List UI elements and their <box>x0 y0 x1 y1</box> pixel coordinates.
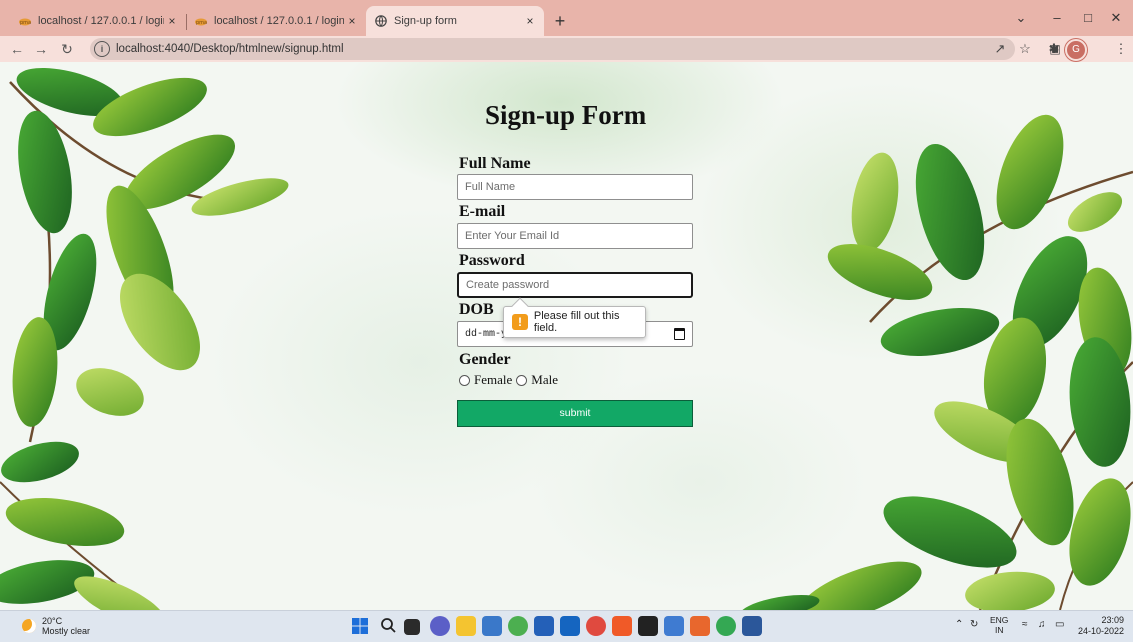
file-explorer-icon[interactable] <box>456 616 476 636</box>
battery-icon[interactable]: ▭ <box>1055 619 1064 630</box>
tab-logindata-2[interactable]: pma localhost / 127.0.0.1 / logindata / … <box>186 6 366 36</box>
language-indicator[interactable]: ENG IN <box>990 615 1008 635</box>
validation-tooltip: ! Please fill out this field. <box>503 306 646 338</box>
weather-desc: Mostly clear <box>42 626 91 636</box>
menu-kebab-icon[interactable]: ⋮ <box>1111 39 1131 59</box>
forward-arrow-icon[interactable]: → <box>30 38 52 60</box>
email-label: E-mail <box>459 203 506 220</box>
close-tab-icon[interactable]: × <box>344 14 360 28</box>
warning-icon: ! <box>512 314 528 330</box>
gender-female-radio[interactable] <box>459 374 470 386</box>
full-name-label: Full Name <box>459 155 531 172</box>
tab-logindata-1[interactable]: pma localhost / 127.0.0.1 / logindata / … <box>10 6 186 36</box>
store-icon[interactable] <box>534 616 554 636</box>
dob-label: DOB <box>459 301 494 318</box>
tab-title: localhost / 127.0.0.1 / logindata / <box>38 15 164 27</box>
password-label: Password <box>459 252 525 269</box>
chrome-icon[interactable] <box>508 616 528 636</box>
sublime-text-icon[interactable] <box>612 616 632 636</box>
terminal-icon[interactable] <box>638 616 658 636</box>
system-clock[interactable]: 23:09 24-10-2022 <box>1078 615 1124 637</box>
browser-tab-strip: pma localhost / 127.0.0.1 / logindata / … <box>0 0 1133 36</box>
volume-icon[interactable]: ♫ <box>1038 619 1046 630</box>
gender-female-label: Female <box>474 372 513 387</box>
close-tab-icon[interactable]: × <box>522 14 538 28</box>
mail-icon[interactable] <box>560 616 580 636</box>
clock-date: 24-10-2022 <box>1078 626 1125 636</box>
close-window-button[interactable]: ✕ <box>1099 6 1133 30</box>
phpmyadmin-icon: pma <box>18 14 32 28</box>
browser-toolbar: ← → ↻ i localhost:4040/Desktop/htmlnew/s… <box>0 36 1133 62</box>
tab-title: localhost / 127.0.0.1 / logindata / <box>214 15 344 27</box>
minimize-button[interactable]: – <box>1040 6 1074 30</box>
tab-search-icon[interactable]: ⌄ <box>1004 6 1038 30</box>
phpmyadmin-icon: pma <box>194 14 208 28</box>
wifi-icon[interactable]: ≈ <box>1022 619 1028 630</box>
tray-chevron-icon[interactable]: ⌃ <box>955 619 963 630</box>
lang-top: ENG <box>990 615 1009 625</box>
chat-icon[interactable] <box>430 616 450 636</box>
svg-text:pma: pma <box>196 20 207 26</box>
reload-icon[interactable]: ↻ <box>56 38 78 60</box>
full-name-input[interactable]: Full Name <box>457 174 693 200</box>
submit-button[interactable]: submit <box>457 400 693 427</box>
word-icon[interactable] <box>742 616 762 636</box>
email-placeholder: Enter Your Email Id <box>465 230 560 242</box>
close-tab-icon[interactable]: × <box>164 14 180 28</box>
url-text: localhost:4040/Desktop/htmlnew/signup.ht… <box>116 43 344 55</box>
password-placeholder: Create password <box>466 279 550 291</box>
gender-radio-group: Female Male <box>459 372 558 388</box>
site-info-icon[interactable]: i <box>94 41 110 57</box>
tab-signup-form[interactable]: Sign-up form × <box>366 6 544 36</box>
gender-male-radio[interactable] <box>516 374 528 386</box>
svg-text:pma: pma <box>20 20 31 26</box>
calendar-icon[interactable] <box>674 328 685 340</box>
email-input[interactable]: Enter Your Email Id <box>457 223 693 249</box>
weather-moon-icon <box>22 619 36 633</box>
globe-icon <box>374 14 388 28</box>
sidepanel-icon[interactable]: ▣ <box>1045 39 1065 59</box>
task-view-icon[interactable] <box>404 619 420 635</box>
weather-widget[interactable]: 20°C Mostly clear <box>22 616 90 636</box>
windows-start-icon[interactable] <box>350 616 370 636</box>
address-bar[interactable]: i localhost:4040/Desktop/htmlnew/signup.… <box>90 38 1015 60</box>
profile-avatar[interactable]: G <box>1065 39 1087 61</box>
lang-bottom: IN <box>994 625 1004 635</box>
tab-title: Sign-up form <box>394 15 457 27</box>
back-arrow-icon[interactable]: ← <box>6 38 28 60</box>
clock-time: 23:09 <box>1101 615 1125 625</box>
xampp-icon[interactable] <box>690 616 710 636</box>
full-name-placeholder: Full Name <box>465 181 516 193</box>
weather-temp: 20°C <box>42 616 63 626</box>
form-title: Sign-up Form <box>485 100 647 130</box>
gender-label: Gender <box>459 351 511 368</box>
vscode-icon[interactable] <box>482 616 502 636</box>
password-input[interactable]: Create password <box>457 272 693 298</box>
new-tab-button[interactable]: + <box>548 9 572 33</box>
chrome-alt-icon[interactable] <box>716 616 736 636</box>
search-icon[interactable] <box>378 616 398 636</box>
chrome-profile-icon[interactable] <box>586 616 606 636</box>
gender-male-label: Male <box>531 372 558 387</box>
windows-taskbar: 20°C Mostly clear ⌃ ↻ ENG IN ≈ ♫ ▭ 23:09… <box>0 610 1133 642</box>
bookmark-star-icon[interactable]: ☆ <box>1015 39 1035 59</box>
notepad-icon[interactable] <box>664 616 684 636</box>
validation-message: Please fill out this field. <box>533 310 620 334</box>
share-icon[interactable]: ↗ <box>990 39 1010 59</box>
page-viewport: Sign-up Form Full Name Full Name E-mail … <box>0 62 1133 610</box>
network-status-icon[interactable]: ↻ <box>970 619 978 630</box>
